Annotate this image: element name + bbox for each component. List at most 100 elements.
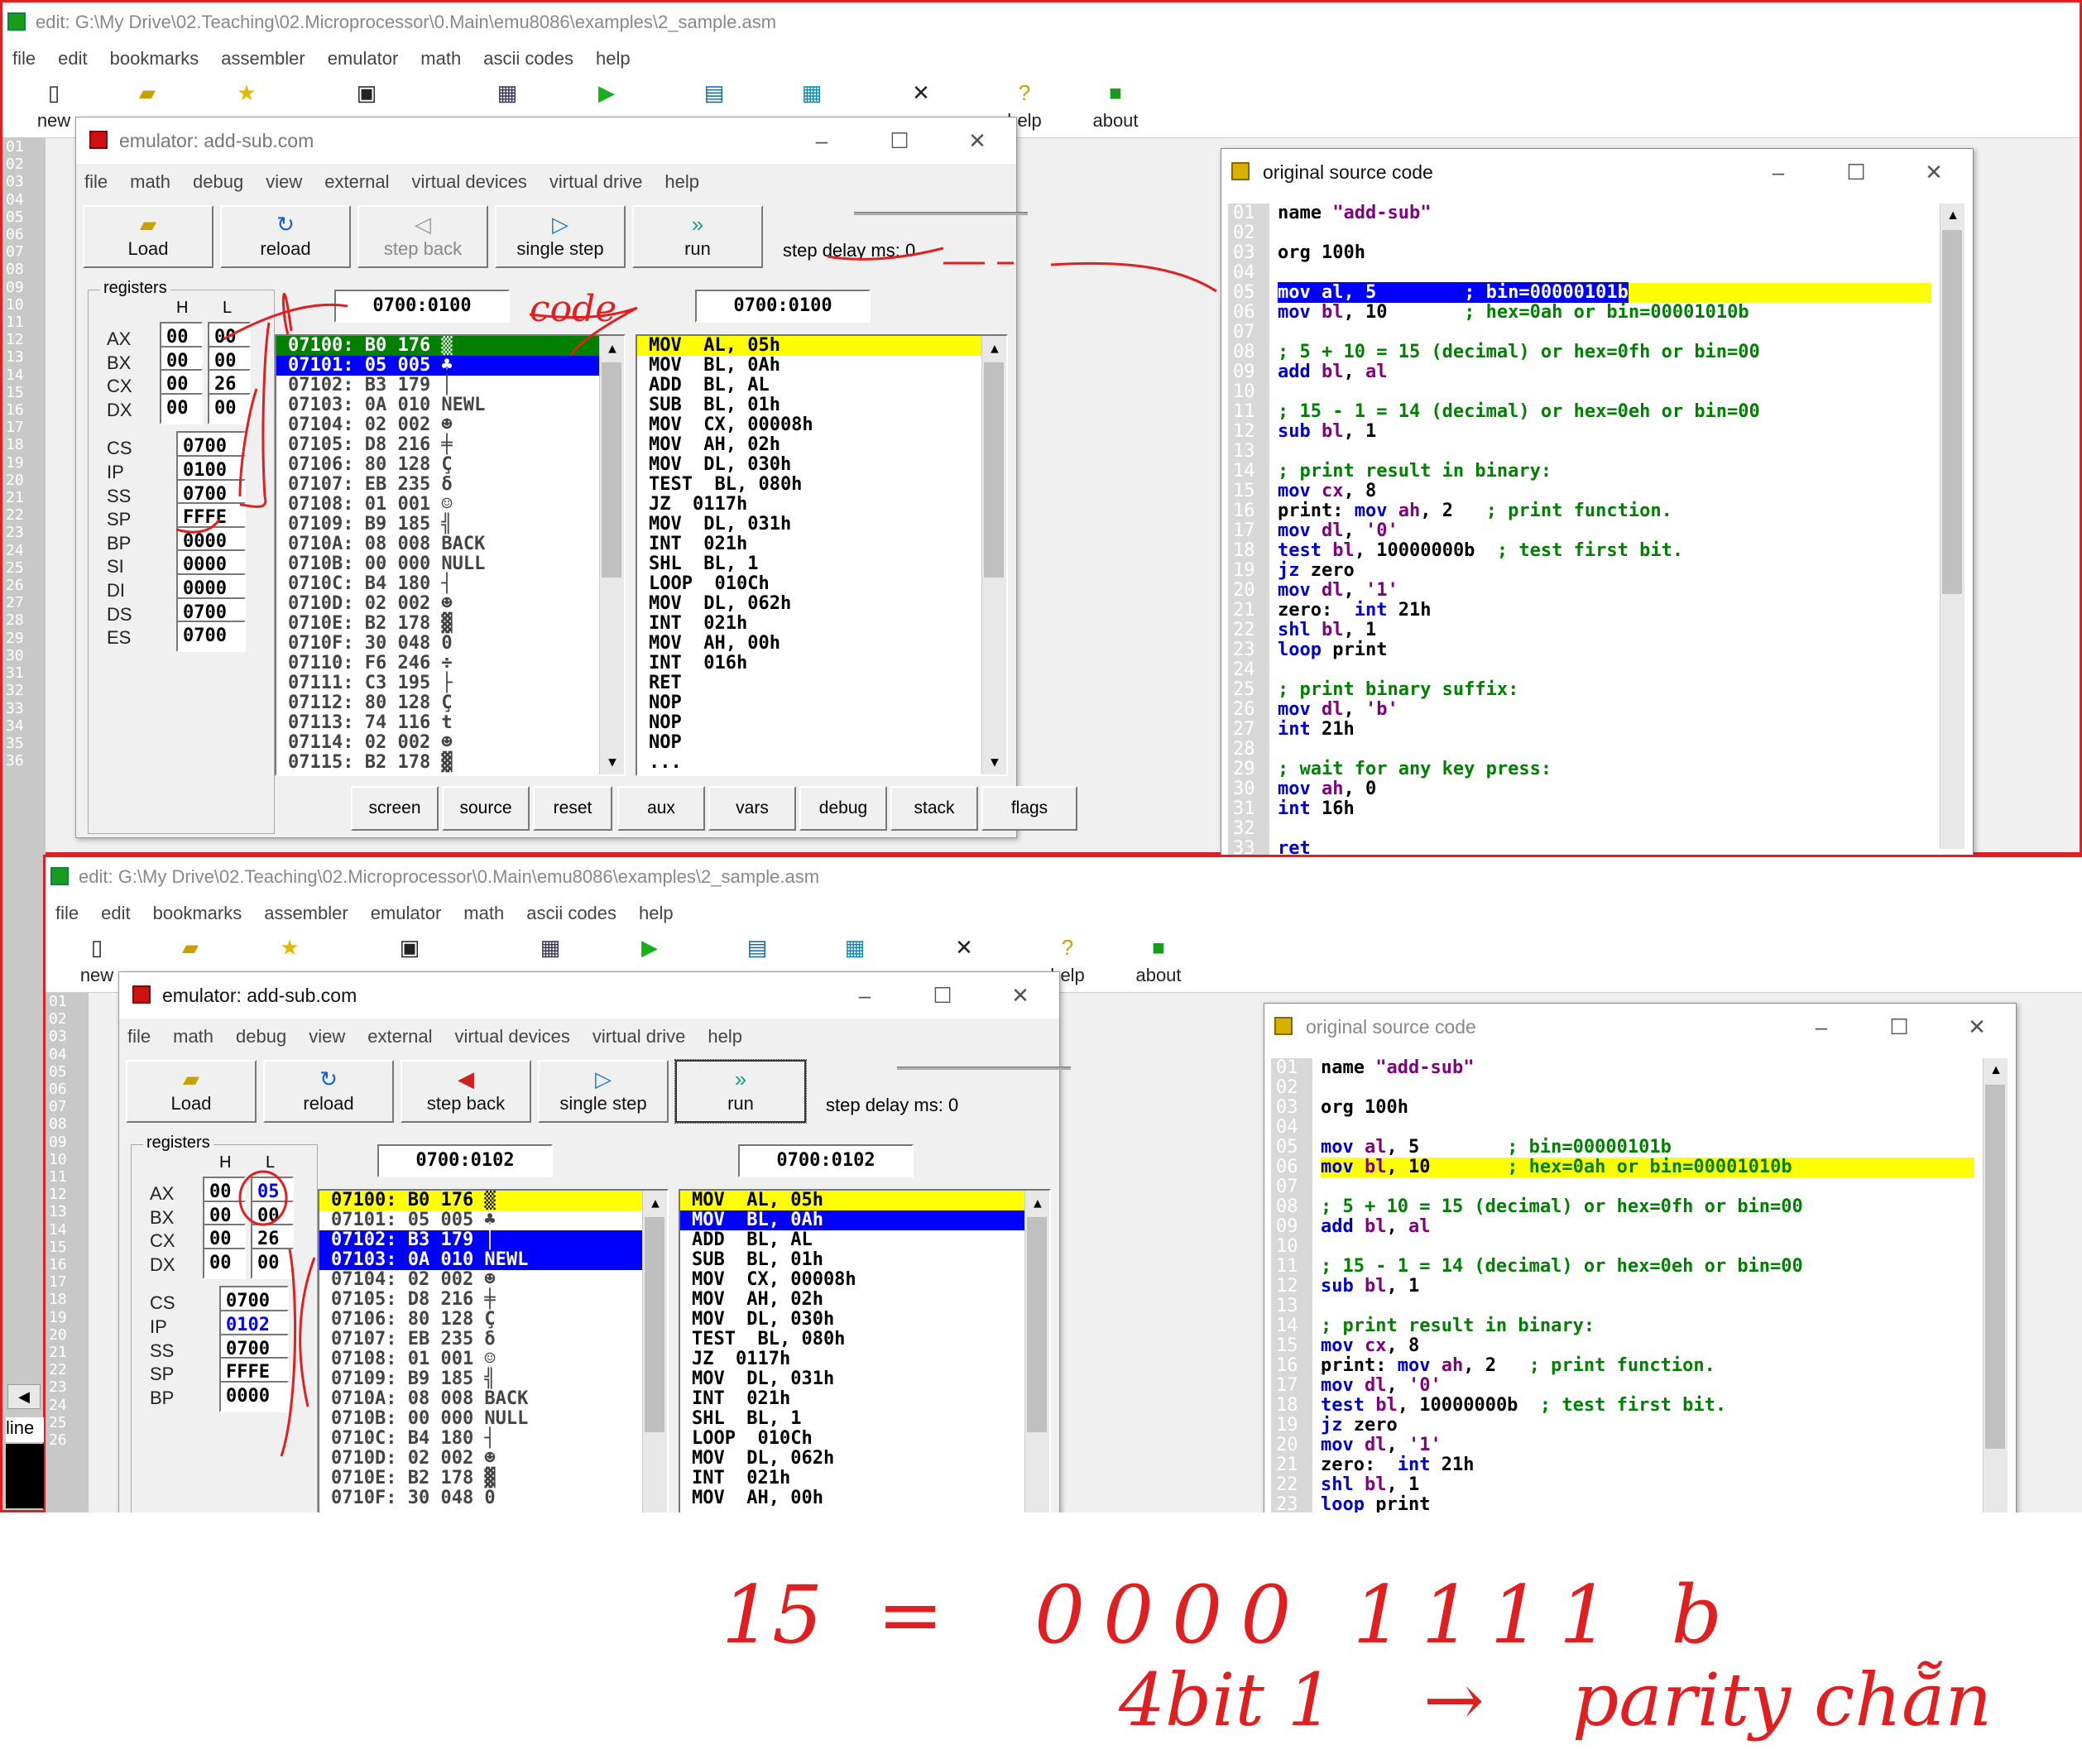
source-line[interactable]: name "add-sub" [1321, 1058, 1474, 1078]
source-line[interactable]: int 16h [1278, 799, 1355, 819]
emu-menu-virtual-devices[interactable]: virtual devices [455, 1026, 570, 1047]
emu-menu-help[interactable]: help [708, 1026, 742, 1047]
menu-emulator[interactable]: emulator [328, 48, 399, 70]
emu-menu-debug[interactable]: debug [236, 1026, 286, 1047]
source-line[interactable]: name "add-sub" [1278, 204, 1431, 223]
emu-menu-view[interactable]: view [309, 1026, 345, 1047]
memory-address-input[interactable]: 0700:0100 [334, 290, 510, 323]
disasm-address-input[interactable]: 0700:0102 [738, 1144, 914, 1177]
register-bp-value[interactable]: 0000 [219, 1380, 289, 1412]
load-button[interactable]: ▰ Load [83, 205, 213, 268]
aux-button[interactable]: aux [617, 786, 705, 831]
source-line[interactable]: ret [1278, 839, 1311, 856]
run-button[interactable]: » run [674, 1059, 807, 1124]
list-item[interactable]: MOV AL, 05h [680, 1191, 1049, 1210]
new-button[interactable]: ▯ new [72, 935, 122, 990]
source-line[interactable]: org 100h [1321, 1098, 1408, 1118]
minimize-icon[interactable]: – [826, 972, 904, 1019]
source-line[interactable]: print: mov ah, 2 ; print function. [1278, 501, 1672, 521]
minimize-icon[interactable]: – [1782, 1004, 1860, 1050]
source-line[interactable]: shl bl, 1 [1278, 621, 1376, 640]
list-item[interactable]: SHL BL, 1 [637, 554, 1006, 574]
close-icon[interactable]: ✕ [1938, 1004, 2016, 1050]
menu-edit[interactable]: edit [58, 48, 87, 70]
list-item[interactable]: MOV AH, 02h [637, 435, 1006, 455]
step-delay-slider[interactable] [854, 212, 1028, 215]
list-item[interactable]: 07104: 02 002 ☻ [276, 415, 624, 435]
source-line[interactable]: mov dl, '0' [1321, 1376, 1442, 1396]
menu-help[interactable]: help [639, 903, 674, 924]
list-item[interactable]: 07106: 80 128 Ç [276, 455, 624, 475]
source-line[interactable]: loop print [1321, 1495, 1430, 1513]
list-item[interactable]: MOV AH, 00h [637, 634, 1006, 654]
source-line[interactable]: mov dl, '1' [1278, 581, 1398, 601]
source-line[interactable]: ; print result in binary: [1321, 1316, 1595, 1336]
list-item[interactable]: MOV CX, 00008h [680, 1270, 1049, 1290]
maximize-icon[interactable]: ☐ [1817, 149, 1895, 195]
emu-menu-virtual-devices[interactable]: virtual devices [412, 171, 527, 193]
emu-menu-external[interactable]: external [324, 171, 389, 193]
source-line[interactable]: ; wait for any key press: [1278, 760, 1552, 779]
maximize-icon[interactable]: ☐ [1860, 1004, 1938, 1050]
menu-ascii-codes[interactable]: ascii codes [483, 48, 573, 70]
list-item[interactable]: 07110: F6 246 ÷ [276, 654, 624, 673]
list-item[interactable]: 07102: B3 179 │ [276, 376, 624, 395]
close-icon[interactable]: ✕ [938, 117, 1016, 164]
list-item[interactable]: MOV DL, 062h [637, 594, 1006, 614]
list-item[interactable]: TEST BL, 080h [637, 475, 1006, 495]
list-item[interactable]: 07109: B9 185 ╣ [276, 515, 624, 534]
list-item[interactable]: JZ 0117h [680, 1349, 1049, 1369]
list-item[interactable]: 07105: D8 216 ╪ [276, 435, 624, 455]
list-item[interactable]: 07105: D8 216 ╪ [319, 1290, 667, 1310]
list-item[interactable]: SHL BL, 1 [680, 1409, 1049, 1429]
list-item[interactable]: 07109: B9 185 ╣ [319, 1369, 667, 1389]
list-item[interactable]: NOP [637, 733, 1006, 753]
memory-list[interactable]: 07100: B0 176 ▒ 07101: 05 005 ♣ 07102: B3 … [318, 1189, 669, 1512]
emu-menu-debug[interactable]: debug [193, 171, 243, 193]
source-line[interactable]: add bl, al [1321, 1217, 1430, 1237]
list-item[interactable]: MOV AH, 02h [680, 1290, 1049, 1310]
scroll-up-icon[interactable]: ▲ [643, 1191, 667, 1215]
scroll-down-icon[interactable]: ▼ [600, 750, 624, 774]
source-button[interactable]: source [442, 786, 530, 831]
register-dx-h-value[interactable]: 00 [203, 1247, 246, 1279]
memory-scrollbar[interactable]: ▲ ▼ [599, 336, 624, 774]
list-item[interactable]: ADD BL, AL [637, 376, 1006, 395]
list-item[interactable]: 0710F: 30 048 0 [319, 1488, 667, 1508]
list-item[interactable]: 07103: 0A 010 NEWL [276, 395, 624, 415]
source-line[interactable]: ; print result in binary: [1278, 462, 1552, 482]
list-item[interactable]: 0710D: 02 002 ☻ [319, 1449, 667, 1469]
list-item[interactable]: NOP [637, 713, 1006, 733]
list-item[interactable]: LOOP 010Ch [637, 574, 1006, 594]
menu-edit[interactable]: edit [101, 903, 130, 924]
emu-menu-view[interactable]: view [266, 171, 302, 193]
list-item[interactable]: ... [637, 753, 1006, 773]
new-button[interactable]: ▯ new [29, 80, 79, 135]
source-line[interactable]: zero: int 21h [1278, 601, 1431, 621]
emu-menu-math[interactable]: math [173, 1026, 213, 1047]
maximize-icon[interactable]: ☐ [861, 117, 938, 164]
source-code-text[interactable]: 01 name "add-sub" 02 03 org 100h 04 05 mov al, … [1228, 204, 1956, 855]
source-line[interactable]: mov al, 5 ; bin=00000101b [1278, 282, 1931, 303]
source-line[interactable]: mov cx, 8 [1321, 1336, 1419, 1356]
source-line[interactable]: ; 15 - 1 = 14 (decimal) or hex=0eh or bi… [1321, 1257, 1803, 1277]
list-item[interactable]: SUB BL, 01h [680, 1250, 1049, 1270]
list-item[interactable]: 07101: 05 005 ♣ [319, 1210, 667, 1230]
list-item[interactable]: ADD BL, AL [680, 1230, 1049, 1250]
disasm-address-input[interactable]: 0700:0100 [695, 290, 871, 323]
list-item[interactable]: MOV CX, 00008h [637, 415, 1006, 435]
source-line[interactable]: ; 5 + 10 = 15 (decimal) or hex=0fh or bi… [1278, 343, 1760, 362]
list-item[interactable]: 07114: 02 002 ☻ [276, 733, 624, 753]
list-item[interactable]: 07111: C3 195 ├ [276, 673, 624, 693]
emu-menu-virtual-drive[interactable]: virtual drive [592, 1026, 685, 1047]
menu-emulator[interactable]: emulator [371, 903, 442, 924]
list-item[interactable]: INT 021h [680, 1389, 1049, 1409]
source-line[interactable]: test bl, 10000000b ; test first bit. [1278, 541, 1683, 561]
list-item[interactable]: 0710F: 30 048 0 [276, 634, 624, 654]
source-scrollbar[interactable]: ▲ [1983, 1058, 2008, 1512]
minimize-icon[interactable]: – [1739, 149, 1817, 195]
memory-list[interactable]: 07100: B0 176 ▒ 07101: 05 005 ♣ 07102: B3 … [275, 334, 626, 776]
memory-address-input[interactable]: 0700:0102 [377, 1144, 553, 1177]
scroll-left-icon[interactable]: ◀ [7, 1384, 41, 1409]
list-item[interactable]: MOV AH, 00h [680, 1488, 1049, 1508]
